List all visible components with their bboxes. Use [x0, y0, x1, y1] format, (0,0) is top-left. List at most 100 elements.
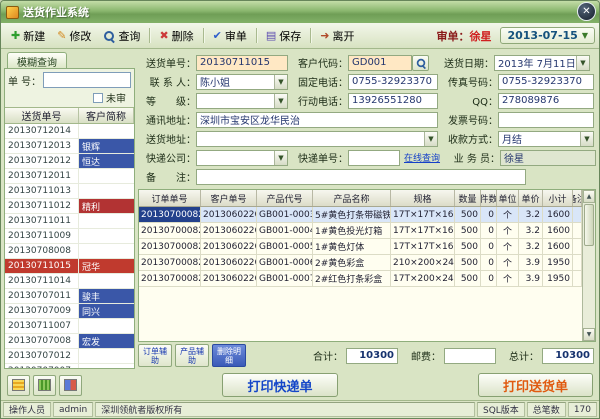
list-item[interactable]: 20130712011 [5, 169, 134, 184]
list-item[interactable]: 20130712014 [5, 124, 134, 139]
list-item[interactable]: 20130707011骏丰 [5, 289, 134, 304]
list-item[interactable]: 20130711009 [5, 229, 134, 244]
toolbar-audit-button[interactable]: ✔审单 [207, 25, 253, 47]
delete-detail-button[interactable]: 删除明细 [212, 344, 246, 367]
chevron-down-icon[interactable]: ▼ [580, 132, 593, 146]
grid-body[interactable]: 201307000822013060226GB001-00035#黄色打条带磁铁… [139, 207, 582, 341]
fax-field[interactable]: 0755-32923370 [498, 74, 594, 90]
grid-column-header: 产品代号 [257, 190, 313, 206]
postage-label: 邮费： [411, 348, 441, 363]
toolbar-query-button[interactable]: 查询 [97, 25, 146, 47]
form-row-1: 送货单号： 20130711015 客户代码： GD001 送货日期： 2013… [140, 54, 594, 71]
main-area: 模糊查询 单 号： 未审 送货单号 客户简称 20130712014201307… [1, 49, 599, 372]
table-cell: 0 [481, 239, 497, 254]
date-picker[interactable]: 2013-07-15 ▼ [500, 27, 595, 44]
express-no-field[interactable] [348, 150, 400, 166]
toolbar-new-button[interactable]: ✚新建 [5, 25, 51, 47]
close-button[interactable]: ✕ [577, 2, 596, 21]
online-query-link[interactable]: 在线查询 [404, 151, 440, 164]
grid-column-header: 件数 [481, 190, 497, 206]
remark-label: 备 注： [140, 169, 196, 184]
list-item[interactable]: 20130712013银辉 [5, 139, 134, 154]
print-express-button[interactable]: 打印快递单 [222, 373, 337, 397]
chevron-down-icon[interactable]: ▼ [576, 56, 589, 70]
delivery-no-value: 20130711015 [200, 57, 284, 68]
scroll-up-icon[interactable]: ▲ [583, 190, 595, 203]
table-cell: 500 [455, 223, 481, 238]
list-item[interactable]: 20130707009同兴 [5, 304, 134, 319]
toolbar-delete-button[interactable]: ✖删除 [153, 25, 199, 47]
table-row[interactable]: 201307000822013060226GB001-00062#黄色彩盒210… [139, 255, 582, 271]
grade-label: 等 级： [140, 93, 196, 108]
chevron-down-icon[interactable]: ▼ [274, 75, 287, 89]
delivery-list-body[interactable]: 2013071201420130712013银辉20130712012恒达201… [5, 124, 134, 368]
table-row[interactable]: 201307000822013060226GB001-00051#黄色灯体17T… [139, 239, 582, 255]
mobile-field[interactable]: 13926551280 [348, 93, 438, 109]
list-item[interactable]: 20130708008 [5, 244, 134, 259]
order-no-input[interactable] [43, 72, 131, 88]
shortcut-button-2[interactable] [33, 375, 56, 396]
payment-field[interactable]: 月结▼ [498, 131, 594, 147]
table-cell: 500 [455, 271, 481, 286]
list-item[interactable]: 20130712012恒达 [5, 154, 134, 169]
delivery-no-field[interactable]: 20130711015 [196, 55, 288, 71]
list-item[interactable]: 20130707007 [5, 364, 134, 368]
shortcut-button-1[interactable] [7, 375, 30, 396]
express-company-field[interactable]: ▼ [196, 150, 288, 166]
comm-address-field[interactable]: 深圳市宝安区龙华民治 [196, 112, 438, 128]
titlebar[interactable]: 送货作业系统 ✕ [1, 1, 599, 23]
fuzzy-query-tab[interactable]: 模糊查询 [7, 52, 67, 68]
table-cell: 2#黄色彩盒 [313, 255, 391, 270]
toolbar-save-button[interactable]: ▤保存 [260, 25, 307, 47]
tel-field[interactable]: 0755-32923370 [348, 74, 438, 90]
list-item[interactable]: 20130711013 [5, 184, 134, 199]
customer-cell [79, 319, 134, 333]
customer-code-field[interactable]: GD001 [348, 55, 412, 71]
list-item[interactable]: 20130707008宏发 [5, 334, 134, 349]
list-item[interactable]: 20130711011 [5, 214, 134, 229]
customer-cell [79, 229, 134, 243]
postage-input[interactable] [444, 348, 496, 364]
table-cell: 3.2 [519, 207, 543, 222]
delivery-no-cell: 20130711013 [5, 184, 79, 198]
grade-field[interactable]: ▼ [196, 93, 288, 109]
list-item[interactable]: 20130711015冠华 [5, 259, 134, 274]
scroll-down-icon[interactable]: ▼ [583, 328, 595, 341]
table-row[interactable]: 201307000822013060226GB001-00035#黄色打条带磁铁… [139, 207, 582, 223]
chevron-down-icon[interactable]: ▼ [424, 132, 437, 146]
list-item[interactable]: 20130711012精利 [5, 199, 134, 214]
list-item[interactable]: 20130707012 [5, 349, 134, 364]
customer-cell: 精利 [79, 199, 134, 213]
salesman-field[interactable]: 徐星 [500, 150, 596, 166]
scrollbar-thumb[interactable] [584, 204, 594, 246]
grid-vertical-scrollbar[interactable]: ▲ ▼ [582, 190, 595, 341]
scrollbar-track[interactable] [583, 247, 595, 328]
chevron-down-icon[interactable]: ▼ [274, 151, 287, 165]
table-cell: GB001-0006 [257, 255, 313, 270]
table-icon [12, 379, 25, 391]
chevron-down-icon[interactable]: ▼ [274, 94, 287, 108]
delivery-no-cell: 20130712014 [5, 124, 79, 138]
list-item[interactable]: 20130711014 [5, 274, 134, 289]
delivery-address-field[interactable]: ▼ [196, 131, 438, 147]
customer-lookup-button[interactable] [412, 55, 429, 71]
product-assist-button[interactable]: 产品辅助 [175, 344, 209, 367]
unaudited-checkbox[interactable] [93, 93, 103, 103]
list-item[interactable]: 20130711007 [5, 319, 134, 334]
delivery-no-cell: 20130707011 [5, 289, 79, 303]
order-no-label: 单 号： [8, 73, 41, 88]
toolbar-exit-button[interactable]: ➜离开 [314, 25, 360, 47]
order-assist-button[interactable]: 订单辅助 [138, 344, 172, 367]
table-row[interactable]: 201307000822013060226GB001-00072#红色打条彩盒1… [139, 271, 582, 287]
delivery-date-field[interactable]: 2013年 7月11日▼ [494, 55, 590, 71]
grid-column-header: 备注 [573, 190, 582, 206]
delivery-form: 送货单号： 20130711015 客户代码： GD001 送货日期： 2013… [138, 52, 596, 189]
contact-field[interactable]: 陈小姐▼ [196, 74, 288, 90]
print-delivery-button[interactable]: 打印送货单 [478, 373, 593, 397]
toolbar-edit-button[interactable]: ✎修改 [51, 25, 97, 47]
qq-field[interactable]: 278089876 [498, 93, 594, 109]
table-row[interactable]: 201307000822013060226GB001-00041#黄色投光灯箱1… [139, 223, 582, 239]
shortcut-button-3[interactable] [59, 375, 82, 396]
invoice-no-field[interactable] [498, 112, 594, 128]
remark-field[interactable] [196, 169, 526, 185]
